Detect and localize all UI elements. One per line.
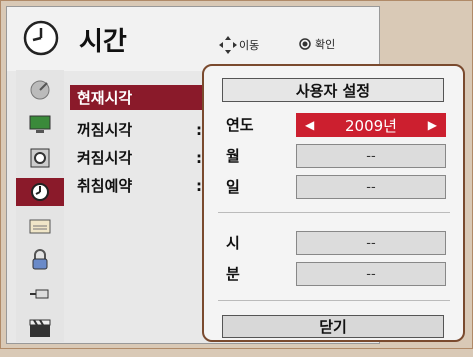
divider: [218, 300, 450, 301]
ok-hint-label: 확인: [315, 38, 336, 51]
user-setting-dialog: 사용자 설정 연도 ◀ 2009년 ▶ 월 -- 일 -- 시 -- 분 -- …: [202, 64, 465, 342]
sidebar-item-input[interactable]: [16, 280, 64, 308]
monitor-icon: [29, 115, 51, 133]
close-button[interactable]: 닫기: [222, 315, 444, 338]
minute-value: --: [366, 266, 376, 282]
satellite-dish-icon: [30, 80, 50, 100]
hour-value: --: [366, 235, 376, 251]
day-label: 일: [226, 178, 240, 196]
ok-button-icon: [299, 38, 311, 50]
dialog-title: 사용자 설정: [222, 78, 444, 102]
clock-icon: [31, 183, 49, 201]
year-selector[interactable]: ◀ 2009년 ▶: [296, 113, 446, 137]
year-label: 연도: [226, 116, 254, 134]
right-arrow-icon[interactable]: ▶: [428, 118, 437, 132]
year-value: 2009년: [345, 116, 397, 135]
dpad-icon: [219, 36, 237, 54]
sidebar-item-option[interactable]: [16, 212, 64, 240]
header: 시간 이동 확인: [7, 7, 379, 71]
nav-hint-label: 이동: [239, 39, 260, 52]
minute-label: 분: [226, 265, 240, 283]
left-arrow-icon[interactable]: ◀: [305, 118, 314, 132]
menu-list: 현재시각 꺼짐시각 : 켜짐시각 : 취침예약 :: [70, 85, 210, 357]
month-label: 월: [226, 147, 240, 165]
sidebar-item-channel[interactable]: [16, 76, 64, 104]
day-field[interactable]: --: [296, 175, 446, 199]
menu-item-sleep-timer[interactable]: 취침예약 :: [70, 173, 210, 198]
sidebar-item-media[interactable]: [16, 314, 64, 342]
lock-icon: [32, 249, 48, 270]
page-title: 시간: [79, 27, 127, 57]
clock-icon: [23, 20, 59, 56]
keyboard-icon: [29, 219, 51, 234]
menu-item-label: 현재시각: [77, 89, 133, 107]
sidebar-item-picture[interactable]: [16, 110, 64, 138]
sidebar-item-lock[interactable]: [16, 246, 64, 274]
month-value: --: [366, 148, 376, 164]
sidebar-item-time[interactable]: [16, 178, 64, 206]
clapperboard-icon: [29, 319, 51, 337]
day-value: --: [366, 179, 376, 195]
menu-item-label: 취침예약: [77, 177, 133, 195]
nav-hint: 이동: [219, 36, 259, 54]
sidebar-item-sound[interactable]: [16, 144, 64, 172]
menu-item-on-time[interactable]: 켜짐시각 :: [70, 145, 210, 170]
menu-item-current-time[interactable]: 현재시각: [70, 85, 210, 110]
ok-hint: 확인: [299, 36, 335, 52]
sidebar: [16, 70, 64, 342]
usb-icon: [30, 289, 49, 299]
divider: [218, 212, 450, 213]
month-field[interactable]: --: [296, 144, 446, 168]
menu-item-label: 켜짐시각: [77, 149, 133, 167]
menu-item-label: 꺼짐시각: [77, 121, 133, 139]
speaker-icon: [30, 148, 50, 168]
minute-field[interactable]: --: [296, 262, 446, 286]
menu-item-off-time[interactable]: 꺼짐시각 :: [70, 117, 210, 142]
hour-label: 시: [226, 234, 240, 252]
hour-field[interactable]: --: [296, 231, 446, 255]
